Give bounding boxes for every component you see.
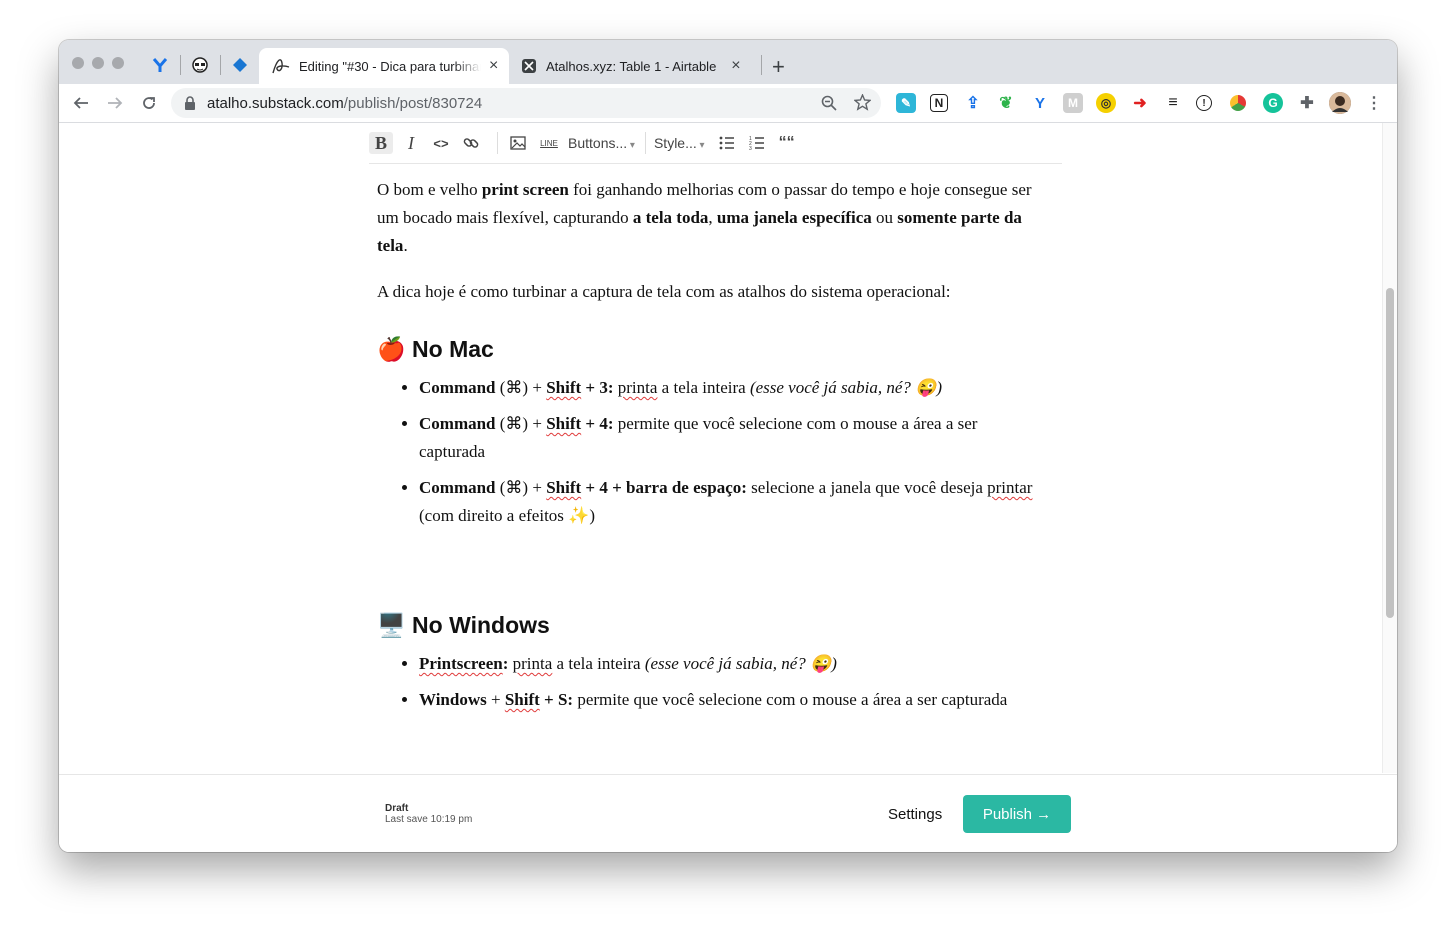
desktop-computer-icon: 🖥️	[377, 612, 406, 638]
numbered-list-icon: 123	[749, 136, 764, 150]
heading-mac: 🍎 No Mac	[377, 336, 494, 362]
windows-shortcut-list: Printscreen: printa a tela inteira (esse…	[377, 650, 1047, 714]
extension-pen-icon[interactable]: ✎	[896, 93, 916, 113]
paragraph-intro: O bom e velho print screen foi ganhando …	[377, 180, 1032, 255]
reload-icon[interactable]	[138, 92, 160, 114]
pinned-tab-diamond[interactable]	[226, 52, 254, 78]
zoom-icon[interactable]	[821, 95, 837, 111]
coin-icon[interactable]: ◎	[1096, 93, 1116, 113]
quote-button[interactable]: ““	[775, 132, 799, 154]
close-icon[interactable]: ×	[731, 57, 740, 75]
blue-diamond-icon	[233, 58, 247, 72]
puzzle-icon[interactable]: ✚	[1297, 93, 1317, 113]
browser-toolbar: atalho.substack.com/publish/post/830724 …	[59, 84, 1397, 123]
pinned-tab-y[interactable]	[146, 52, 174, 78]
address-bar[interactable]: atalho.substack.com/publish/post/830724	[171, 88, 881, 118]
code-button[interactable]: <>	[429, 132, 453, 154]
svg-text:3: 3	[749, 146, 752, 150]
bullet-list-icon	[719, 136, 734, 150]
bold-button[interactable]: B	[369, 132, 393, 154]
cartoon-face-icon	[192, 57, 208, 73]
line-button[interactable]: LINE	[536, 132, 562, 154]
last-save-time: Last save 10:19 pm	[385, 814, 473, 825]
lines-icon[interactable]: ≡	[1163, 93, 1183, 113]
list-item: Windows + Shift + S: permite que você se…	[419, 686, 1047, 714]
link-button[interactable]	[459, 132, 483, 154]
profile-avatar[interactable]	[1329, 92, 1351, 114]
new-tab-button[interactable]: +	[772, 49, 785, 85]
list-item: Command (⌘) + Shift + 4: permite que voc…	[419, 410, 1047, 466]
bullet-list-button[interactable]	[715, 132, 739, 154]
tab-airtable[interactable]: Atalhos.xyz: Table 1 - Airtable ×	[521, 48, 761, 84]
numbered-list-button[interactable]: 123	[745, 132, 769, 154]
forward-arrow-icon[interactable]	[104, 92, 126, 114]
tab-title: Atalhos.xyz: Table 1 - Airtable	[546, 58, 717, 74]
maximize-window-button[interactable]	[112, 57, 124, 69]
notion-icon[interactable]: N	[930, 94, 948, 112]
publish-button[interactable]: Publish →	[963, 795, 1071, 833]
editor-toolbar: B I <> LINE Buttons... Style... 123 ““	[369, 123, 1062, 164]
list-item: Command (⌘) + Shift + 4 + barra de espaç…	[419, 474, 1047, 530]
image-button[interactable]	[506, 132, 530, 154]
colorful-circle-icon[interactable]	[1230, 95, 1246, 111]
heading-windows: 🖥️ No Windows	[377, 612, 550, 638]
settings-button[interactable]: Settings	[888, 806, 942, 823]
image-icon	[510, 136, 526, 150]
draft-status: Draft Last save 10:19 pm	[385, 803, 473, 825]
airtable-icon	[522, 59, 536, 73]
menu-dots-icon[interactable]: ⋮	[1364, 93, 1384, 113]
tab-strip: Editing "#30 - Dica para turbinar a capt…	[59, 40, 1397, 84]
lock-icon	[185, 96, 195, 110]
evernote-icon[interactable]: ❦	[996, 93, 1016, 113]
browser-window: Editing "#30 - Dica para turbinar a capt…	[59, 40, 1397, 852]
star-icon[interactable]	[854, 94, 871, 111]
tab-editing[interactable]: Editing "#30 - Dica para turbinar a capt…	[259, 48, 509, 84]
style-dropdown[interactable]: Style...	[654, 135, 705, 151]
grammarly-icon[interactable]: G	[1263, 93, 1283, 113]
post-body[interactable]: O bom e velho print screen foi ganhando …	[377, 176, 1047, 722]
page-content: B I <> LINE Buttons... Style... 123 ““ O…	[59, 123, 1397, 773]
minimize-window-button[interactable]	[92, 57, 104, 69]
y-logo-icon	[152, 58, 168, 72]
paragraph-tip: A dica hoje é como turbinar a captura de…	[377, 282, 951, 301]
list-item: Command (⌘) + Shift + 3: printa a tela i…	[419, 374, 1047, 402]
red-arrow-icon[interactable]: ➜	[1130, 93, 1150, 113]
close-icon[interactable]: ×	[489, 57, 498, 75]
link-icon	[463, 138, 479, 148]
share-icon[interactable]: ⇪	[963, 93, 983, 113]
info-circle-icon[interactable]: !	[1196, 95, 1212, 111]
y-extension-icon[interactable]: Y	[1030, 93, 1050, 113]
mac-shortcut-list: Command (⌘) + Shift + 3: printa a tela i…	[377, 374, 1047, 530]
list-item: Printscreen: printa a tela inteira (esse…	[419, 650, 1047, 678]
scrollbar-thumb[interactable]	[1386, 288, 1394, 618]
pinned-tab-avatar[interactable]	[186, 52, 214, 78]
buttons-dropdown[interactable]: Buttons...	[568, 135, 635, 151]
substack-script-icon	[272, 59, 290, 74]
italic-button[interactable]: I	[399, 132, 423, 154]
back-arrow-icon[interactable]	[70, 92, 92, 114]
close-window-button[interactable]	[72, 57, 84, 69]
apple-icon: 🍎	[377, 336, 406, 362]
m-extension-icon[interactable]: M	[1063, 93, 1083, 113]
editor-footer: Draft Last save 10:19 pm Settings Publis…	[59, 774, 1397, 852]
tab-title: Editing "#30 - Dica para turbinar a capt…	[299, 58, 481, 74]
url-text: atalho.substack.com/publish/post/830724	[207, 95, 483, 112]
